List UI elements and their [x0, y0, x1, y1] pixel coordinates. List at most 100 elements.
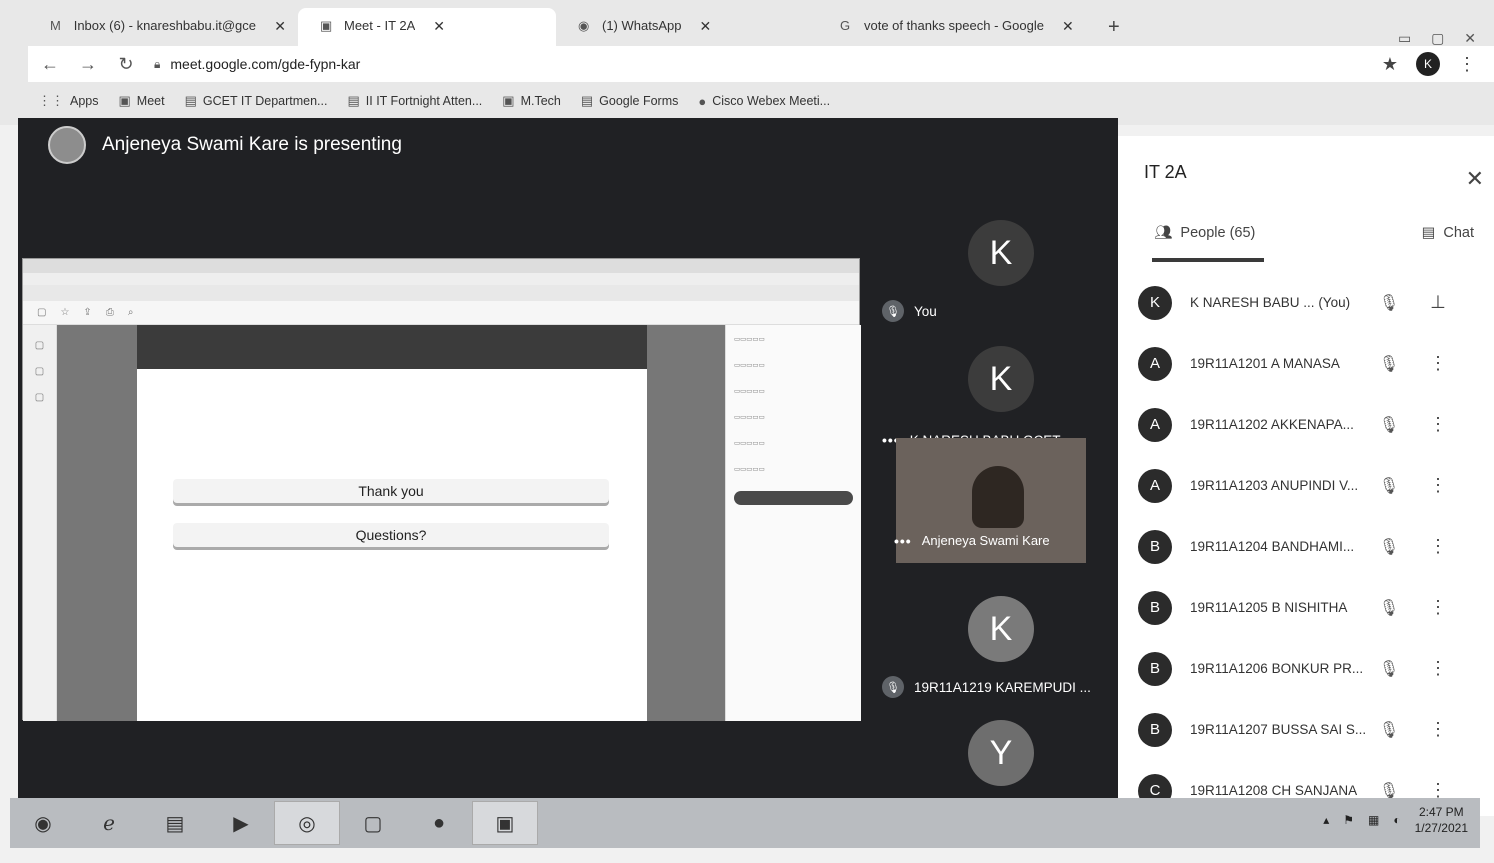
bookmark-item[interactable]: ⋮⋮ Apps: [38, 93, 99, 109]
new-tab-button[interactable]: +: [1094, 8, 1134, 46]
more-options-icon[interactable]: ⋮: [1428, 475, 1448, 496]
bookmark-item[interactable]: ▣ M.Tech: [502, 93, 561, 109]
explorer-icon[interactable]: ▤: [142, 801, 208, 845]
participant-row[interactable]: B 19R11A1207 BUSSA SAI S... 🎙︎ ⋮: [1138, 699, 1478, 760]
clock[interactable]: 2:47 PM 1/27/2021: [1415, 804, 1468, 836]
participant-tile[interactable]: K•••K NARESH BABU GCET: [874, 336, 1110, 454]
more-options-icon[interactable]: ⋮: [1428, 536, 1448, 557]
participant-video: [972, 466, 1024, 528]
shared-tools-pane: ▭▭▭▭▭ ▭▭▭▭▭ ▭▭▭▭▭ ▭▭▭▭▭ ▭▭▭▭▭ ▭▭▭▭▭: [725, 325, 861, 721]
presenter-avatar: [48, 126, 86, 164]
browser-tab[interactable]: M Inbox (6) - knareshbabu.it@gcet ✕: [28, 8, 298, 46]
browser-tab[interactable]: Gvote of thanks speech - Google ✕: [818, 8, 1094, 46]
document-icon[interactable]: ▢: [340, 801, 406, 845]
more-options-icon[interactable]: ⋮: [1428, 597, 1448, 618]
pane-line: ▭▭▭▭▭: [734, 466, 765, 473]
video-tile[interactable]: ••• Anjeneya Swami Kare: [894, 438, 1086, 563]
mic-off-icon[interactable]: 🎙︎: [1374, 598, 1404, 618]
participant-row[interactable]: A 19R11A1202 AKKENAPA... 🎙︎ ⋮: [1138, 394, 1478, 455]
close-tab-icon[interactable]: ✕: [699, 18, 711, 35]
participant-row[interactable]: B 19R11A1205 B NISHITHA 🎙︎ ⋮: [1138, 577, 1478, 638]
mic-off-icon[interactable]: 🎙︎: [1374, 476, 1404, 496]
ie-icon[interactable]: ℯ: [76, 801, 142, 845]
meet-stage: Anjeneya Swami Kare is presenting ▢ ☆ ⇪ …: [18, 118, 1118, 822]
back-icon[interactable]: ←: [40, 54, 60, 75]
mic-off-icon[interactable]: 🎙︎: [1374, 354, 1404, 374]
participant-row[interactable]: B 19R11A1204 BANDHAMI... 🎙︎ ⋮: [1138, 516, 1478, 577]
mic-off-icon[interactable]: 🎙︎: [1374, 537, 1404, 557]
bookmark-item[interactable]: ▤ II IT Fortnight Atten...: [347, 93, 482, 109]
more-dots-icon[interactable]: •••: [894, 533, 912, 549]
participant-row[interactable]: KK NARESH BABU ... (You) 🎙︎ ⊥: [1138, 272, 1478, 333]
participant-name: 19R11A1207 BUSSA SAI S...: [1190, 722, 1374, 737]
browser-tab[interactable]: ▣ Meet - IT 2A ✕: [298, 8, 556, 46]
presenting-text: Anjeneya Swami Kare is presenting: [102, 134, 402, 155]
mic-off-icon[interactable]: 🎙︎: [1374, 659, 1404, 679]
chrome-icon[interactable]: ◎: [274, 801, 340, 845]
meet-icon: ▣: [118, 93, 131, 108]
forms-icon: ▤: [580, 93, 594, 108]
volume-icon[interactable]: ◐: [1393, 813, 1400, 827]
firefox-icon[interactable]: ●: [406, 801, 472, 845]
participant-tile[interactable]: K 🎙︎ You: [874, 210, 1110, 328]
system-tray: ▴ ⚑ ▦ ◐ 2:47 PM 1/27/2021: [1323, 804, 1468, 836]
more-options-icon[interactable]: ⋮: [1428, 658, 1448, 679]
tab-people[interactable]: 👥︎ People (65): [1154, 224, 1255, 242]
profile-avatar[interactable]: K: [1416, 52, 1440, 76]
close-tab-icon[interactable]: ✕: [274, 18, 286, 35]
panel-tabs: 👥︎ People (65) ▤ Chat: [1154, 224, 1474, 242]
bookmark-label: Cisco Webex Meeti...: [712, 94, 831, 108]
participant-name-text: 19R11A1201 A MANASA: [1190, 356, 1340, 371]
bookmark-item[interactable]: ▤ Google Forms: [581, 93, 679, 109]
pane-line: ▭▭▭▭▭: [734, 388, 765, 395]
participant-name: 19R11A1203 ANUPINDI V...: [1190, 478, 1374, 493]
shared-screen: ▢ ☆ ⇪ ⎙ ⌕ ▢ ▢ ▢ Thank you Questions? ▭▭▭▭▭…: [22, 258, 861, 721]
mic-off-icon[interactable]: 🎙︎: [1374, 293, 1404, 313]
participant-list: KK NARESH BABU ... (You) 🎙︎ ⊥ A 19R11A1201 A…: [1138, 272, 1478, 821]
close-icon[interactable]: ✕: [1466, 166, 1484, 192]
participant-row[interactable]: A 19R11A1201 A MANASA 🎙︎ ⋮: [1138, 333, 1478, 394]
tray-arrow-icon[interactable]: ▴: [1323, 813, 1329, 827]
reload-icon[interactable]: ↻: [116, 54, 136, 75]
tab-chat[interactable]: ▤ Chat: [1422, 224, 1474, 241]
bookmark-label: Meet: [136, 94, 165, 108]
start-button[interactable]: ◉: [10, 801, 76, 845]
url-text[interactable]: meet.google.com/gde-fypn-kar: [170, 56, 360, 72]
clock-date: 1/27/2021: [1414, 821, 1468, 835]
participant-row[interactable]: B 19R11A1206 BONKUR PR... 🎙︎ ⋮: [1138, 638, 1478, 699]
participant-tile[interactable]: K 🎙︎ 19R11A1219 KAREMPUDI ...: [874, 586, 1110, 704]
more-options-icon[interactable]: ⋮: [1428, 414, 1448, 435]
participant-name-text: 19R11A1206 BONKUR PR...: [1190, 661, 1364, 676]
more-options-icon[interactable]: ⋮: [1428, 353, 1448, 374]
participant-row[interactable]: A 19R11A1203 ANUPINDI V... 🎙︎ ⋮: [1138, 455, 1478, 516]
mic-off-icon[interactable]: 🎙︎: [1374, 720, 1404, 740]
pane-line: ▭▭▭▭▭: [734, 440, 765, 447]
participant-name-text: 19R11A1202 AKKENAPA...: [1190, 417, 1354, 432]
flag-icon[interactable]: ⚑: [1343, 813, 1354, 827]
close-tab-icon[interactable]: ✕: [1062, 18, 1074, 35]
browser-menu-icon[interactable]: ⋮: [1458, 54, 1476, 75]
browser-tab[interactable]: ◉ (1) WhatsApp ✕: [556, 8, 818, 46]
close-tab-icon[interactable]: ✕: [433, 18, 445, 35]
more-options-icon[interactable]: ⋮: [1428, 719, 1448, 740]
participant-name: 19R11A1206 BONKUR PR...: [1190, 661, 1374, 676]
bookmark-item[interactable]: ● Cisco Webex Meeti...: [698, 94, 830, 109]
bookmark-star-icon[interactable]: ★: [1382, 54, 1398, 75]
mic-off-icon[interactable]: 🎙︎: [1374, 415, 1404, 435]
participant-avatar: K: [1138, 285, 1172, 320]
tab-chat-label: Chat: [1443, 224, 1474, 241]
people-icon: 👥︎: [1154, 225, 1173, 241]
app-window-icon[interactable]: ▣: [472, 801, 538, 845]
window-controls[interactable]: ▭ ▢ ✕: [1398, 30, 1484, 47]
url-field[interactable]: 🔒︎ meet.google.com/gde-fypn-kar: [154, 56, 360, 72]
star-icon: ☆: [60, 307, 70, 318]
participant-suffix: (You): [1318, 295, 1351, 310]
slide: Thank you Questions?: [137, 369, 647, 721]
bookmark-item[interactable]: ▣ Meet: [119, 93, 165, 109]
forward-icon[interactable]: →: [78, 54, 98, 75]
network-icon[interactable]: ▦: [1368, 813, 1379, 827]
bookmark-page-icon: ▤: [347, 93, 360, 108]
media-player-icon[interactable]: ▶: [208, 801, 274, 845]
pin-icon[interactable]: ⊥: [1428, 292, 1448, 313]
bookmark-item[interactable]: ▤ GCET IT Departmen...: [185, 93, 328, 109]
